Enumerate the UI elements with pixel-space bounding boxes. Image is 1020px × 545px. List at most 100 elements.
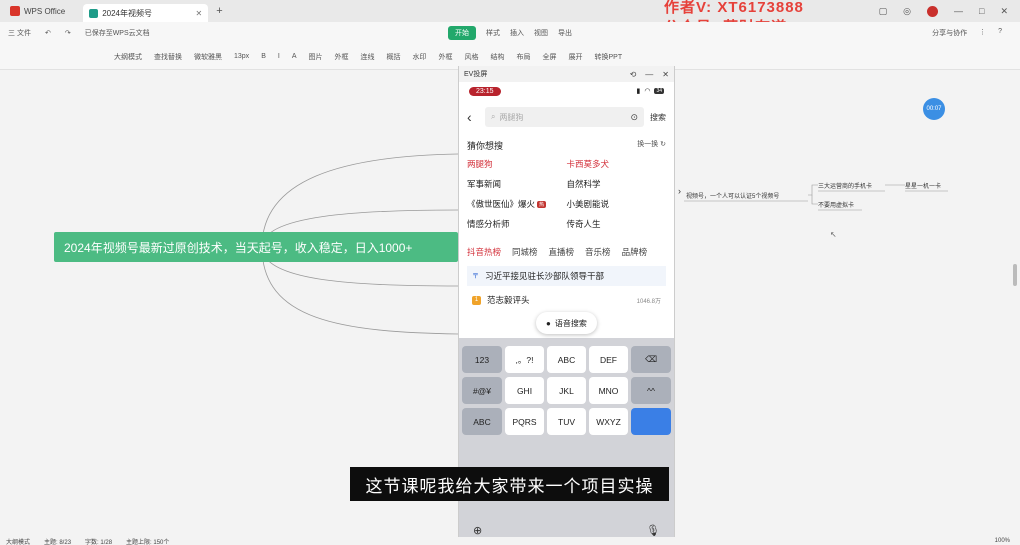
new-tab-button[interactable]: +: [216, 5, 222, 17]
key-123[interactable]: 123: [462, 346, 502, 373]
skin-icon[interactable]: ◎: [903, 6, 911, 17]
layout-icon[interactable]: ▢: [879, 6, 888, 17]
refresh-label: 换一换: [637, 141, 659, 148]
key-wxyz[interactable]: WXYZ: [589, 408, 628, 435]
guess-item[interactable]: 自然科学: [567, 178, 667, 190]
microphone-icon[interactable]: 🎙: [646, 524, 660, 537]
share-button[interactable]: 分享与协作: [932, 28, 967, 38]
tab-douyin-hot[interactable]: 抖音热榜: [467, 246, 501, 258]
link-button[interactable]: 连线: [360, 52, 374, 62]
find-replace-button[interactable]: 查找替换: [154, 52, 182, 62]
watermark-button[interactable]: 水印: [412, 52, 426, 62]
leaf-node-one-sim[interactable]: 星星一机一卡: [905, 181, 941, 190]
guess-item-hot[interactable]: 《傲世医仙》爆火热: [467, 198, 567, 210]
key-mno[interactable]: MNO: [589, 377, 628, 404]
leaf-node-no-virtual[interactable]: 不要用虚拟卡: [818, 200, 854, 209]
bold-button[interactable]: B: [261, 53, 266, 60]
guess-grid: 两腿狗 卡西莫多犬 军事新闻 自然科学 《傲世医仙》爆火热 小美剧能说 情感分析…: [467, 158, 666, 230]
branch-main-node[interactable]: 视频号，一个人可以认证5个视频号: [686, 191, 779, 200]
search-input[interactable]: ⌕ 两腿狗 ⊙: [485, 107, 644, 127]
guess-item[interactable]: 卡西莫多犬: [567, 158, 667, 170]
tab-start[interactable]: 开始: [448, 26, 476, 40]
convert-ppt-button[interactable]: 转换PPT: [594, 52, 622, 62]
tab-insert[interactable]: 插入: [510, 28, 524, 38]
italic-button[interactable]: I: [278, 53, 280, 60]
key-ghi[interactable]: GHI: [505, 377, 544, 404]
tab-style[interactable]: 样式: [486, 28, 500, 38]
minimize-icon[interactable]: —: [645, 70, 653, 79]
theme-button[interactable]: 风格: [464, 52, 478, 62]
key-def[interactable]: DEF: [589, 346, 628, 373]
mindmap-root-node[interactable]: 2024年视频号最新过原创技术，当天起号，收入稳定，日入1000+: [54, 232, 458, 262]
maximize-icon[interactable]: □: [979, 6, 984, 16]
zoom-level[interactable]: 100%: [995, 538, 1020, 544]
app-name: WPS Office: [24, 6, 66, 16]
ribbon-tabs: 开始 样式 插入 视图 导出: [448, 26, 572, 40]
rotate-icon[interactable]: ⟲: [630, 70, 637, 79]
summary-button[interactable]: 概括: [386, 52, 400, 62]
structure-button[interactable]: 结构: [490, 52, 504, 62]
key-abc-mode[interactable]: ABC: [462, 408, 502, 435]
collapse-arrow-icon[interactable]: ›: [678, 186, 681, 196]
timer-badge[interactable]: 00:07: [923, 98, 945, 120]
back-icon[interactable]: ‹: [467, 109, 479, 125]
globe-icon[interactable]: ⊕: [473, 524, 482, 537]
ranking-tabs: 抖音热榜 同城榜 直播榜 音乐榜 品牌榜: [459, 230, 674, 264]
camera-icon[interactable]: ⊙: [630, 112, 638, 123]
undo-icon[interactable]: ↶: [45, 29, 51, 37]
close-tab-icon[interactable]: ✕: [196, 9, 203, 18]
hot-list-item[interactable]: 1 范志毅评头 1046.8万: [467, 290, 666, 310]
close-icon[interactable]: ✕: [662, 70, 669, 79]
search-button[interactable]: 搜索: [650, 112, 666, 123]
close-window-icon[interactable]: ✕: [1000, 6, 1008, 17]
document-tab[interactable]: 2024年视频号 ✕: [83, 4, 209, 22]
key-abc[interactable]: ABC: [547, 346, 586, 373]
font-family-select[interactable]: 微软雅黑: [194, 52, 222, 62]
vertical-scrollbar[interactable]: [1013, 264, 1017, 286]
image-button[interactable]: 图片: [308, 52, 322, 62]
key-pqrs[interactable]: PQRS: [505, 408, 544, 435]
refresh-button[interactable]: 换一换 ↻: [637, 139, 666, 152]
key-tuv[interactable]: TUV: [547, 408, 586, 435]
tab-live[interactable]: 直播榜: [549, 246, 575, 258]
backspace-key[interactable]: ⌫: [631, 346, 671, 373]
help-icon[interactable]: ?: [998, 28, 1002, 38]
guess-item[interactable]: 传奇人生: [567, 218, 667, 230]
search-row: ‹ ⌕ 两腿狗 ⊙ 搜索: [459, 103, 674, 131]
more-icon[interactable]: ⋮: [979, 28, 986, 38]
font-color-button[interactable]: A: [292, 53, 297, 60]
guess-item[interactable]: 小美剧能说: [567, 198, 667, 210]
redo-icon[interactable]: ↷: [65, 29, 71, 37]
key-punct[interactable]: ,。?!: [505, 346, 544, 373]
phone-keyboard: 123 ,。?! ABC DEF ⌫ #@¥ GHI JKL MNO ^^ AB…: [459, 338, 674, 545]
wifi-icon: ◠: [644, 88, 651, 95]
guess-item[interactable]: 两腿狗: [467, 158, 567, 170]
frame2-button[interactable]: 外框: [438, 52, 452, 62]
key-emoji[interactable]: ^^: [631, 377, 671, 404]
tab-export[interactable]: 导出: [558, 28, 572, 38]
fullscreen-button[interactable]: 全屏: [542, 52, 556, 62]
file-menu[interactable]: 三 文件: [8, 28, 31, 38]
guess-item[interactable]: 军事新闻: [467, 178, 567, 190]
frame-button[interactable]: 外框: [334, 52, 348, 62]
search-submit-key[interactable]: [631, 408, 671, 435]
guess-item[interactable]: 情感分析师: [467, 218, 567, 230]
layout-button[interactable]: 布局: [516, 52, 530, 62]
tab-local[interactable]: 同城榜: [512, 246, 538, 258]
key-jkl[interactable]: JKL: [547, 377, 586, 404]
leaf-node-carrier[interactable]: 三大运营商的手机卡: [818, 181, 872, 190]
tab-music[interactable]: 音乐榜: [585, 246, 611, 258]
tab-view[interactable]: 视图: [534, 28, 548, 38]
font-size-select[interactable]: 13px: [234, 53, 249, 60]
voice-search-button[interactable]: ● 语音搜索: [536, 312, 597, 334]
expand-button[interactable]: 展开: [568, 52, 582, 62]
user-avatar[interactable]: [927, 5, 939, 17]
status-outline[interactable]: 大纲模式: [6, 537, 30, 545]
tab-brand[interactable]: 品牌榜: [622, 246, 648, 258]
minimize-icon[interactable]: —: [954, 6, 963, 16]
outline-mode-button[interactable]: 大纲模式: [114, 52, 142, 62]
app-home-tab[interactable]: WPS Office: [0, 6, 75, 16]
hot-list-item-pinned[interactable]: 〒 习近平接见驻长沙部队领导干部: [467, 266, 666, 286]
key-symbols[interactable]: #@¥: [462, 377, 502, 404]
hot-item-count: 1046.8万: [636, 298, 661, 305]
